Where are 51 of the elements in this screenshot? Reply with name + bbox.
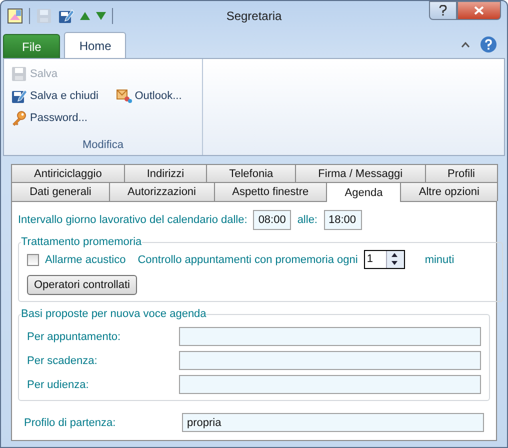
- spin-field[interactable]: 1: [364, 250, 405, 269]
- dialog-tab[interactable]: Firma / Messaggi: [295, 164, 426, 182]
- dialog-tab[interactable]: Aspetto finestre: [214, 182, 328, 201]
- close-icon: [474, 6, 484, 15]
- group-label: Modifica: [82, 139, 124, 151]
- up-triangle-icon[interactable]: [80, 12, 90, 20]
- dialog-tab[interactable]: Dati generali: [11, 182, 110, 201]
- text-field[interactable]: [179, 375, 481, 394]
- text-field[interactable]: [179, 327, 481, 346]
- ribbon-button[interactable]: Salva e chiudi: [10, 87, 100, 105]
- help-button[interactable]: [429, 1, 457, 20]
- group-title: Trattamento promemoria: [21, 236, 142, 248]
- field-label: Controllo appuntamenti con promemoria ogni: [138, 254, 358, 266]
- dialog-tab[interactable]: Telefonia: [206, 164, 296, 182]
- envelope-people-icon: [116, 88, 132, 104]
- dialog-tab[interactable]: Autorizzazioni: [108, 182, 215, 201]
- field-label: alle:: [297, 214, 318, 226]
- dialog-tab[interactable]: Agenda: [326, 182, 402, 202]
- field-label: Per appuntamento:: [27, 330, 122, 342]
- ribbon-button[interactable]: Outlook...: [114, 87, 183, 105]
- down-triangle-icon[interactable]: [96, 12, 106, 20]
- quick-save-icon: [36, 8, 52, 24]
- checkbox[interactable]: [27, 254, 39, 266]
- key-icon: [11, 110, 27, 126]
- time-field[interactable]: 08:00: [253, 210, 292, 230]
- close-button[interactable]: [457, 1, 501, 20]
- group-title: Basi proposte per nuova voce agenda: [21, 308, 206, 320]
- collapse-caret-icon[interactable]: [461, 42, 470, 48]
- ribbon-button[interactable]: Password...: [10, 109, 88, 127]
- question-icon: [439, 5, 447, 16]
- dialog-tab[interactable]: Indirizzi: [124, 164, 208, 182]
- field-label: Per udienza:: [27, 378, 90, 390]
- text-field[interactable]: [179, 351, 481, 370]
- field-label: Profilo di partenza:: [24, 416, 117, 428]
- floppy-pen-icon: [11, 88, 27, 104]
- dialog-tab[interactable]: Altre opzioni: [400, 182, 498, 201]
- operators-button[interactable]: Operatori controllati: [27, 275, 137, 295]
- help-icon[interactable]: [480, 36, 497, 53]
- dialog-tab[interactable]: Profili: [424, 164, 498, 182]
- app-icon[interactable]: [7, 8, 23, 24]
- checkbox-label: Allarme acustico: [45, 254, 126, 266]
- dialog-tab[interactable]: Antiriciclaggio: [11, 164, 125, 182]
- window-title: Segretaria: [226, 9, 282, 23]
- file-tab[interactable]: File: [3, 34, 60, 58]
- field-label: Per scadenza:: [27, 354, 98, 366]
- floppy-pen-icon: [58, 8, 74, 24]
- unit-label: minuti: [424, 254, 454, 266]
- ribbon-tab[interactable]: Home: [64, 32, 126, 58]
- time-field[interactable]: 18:00: [324, 210, 362, 230]
- text-field[interactable]: propria: [182, 413, 484, 432]
- field-label: Intervallo giorno lavorativo del calendario dalle:: [18, 214, 248, 226]
